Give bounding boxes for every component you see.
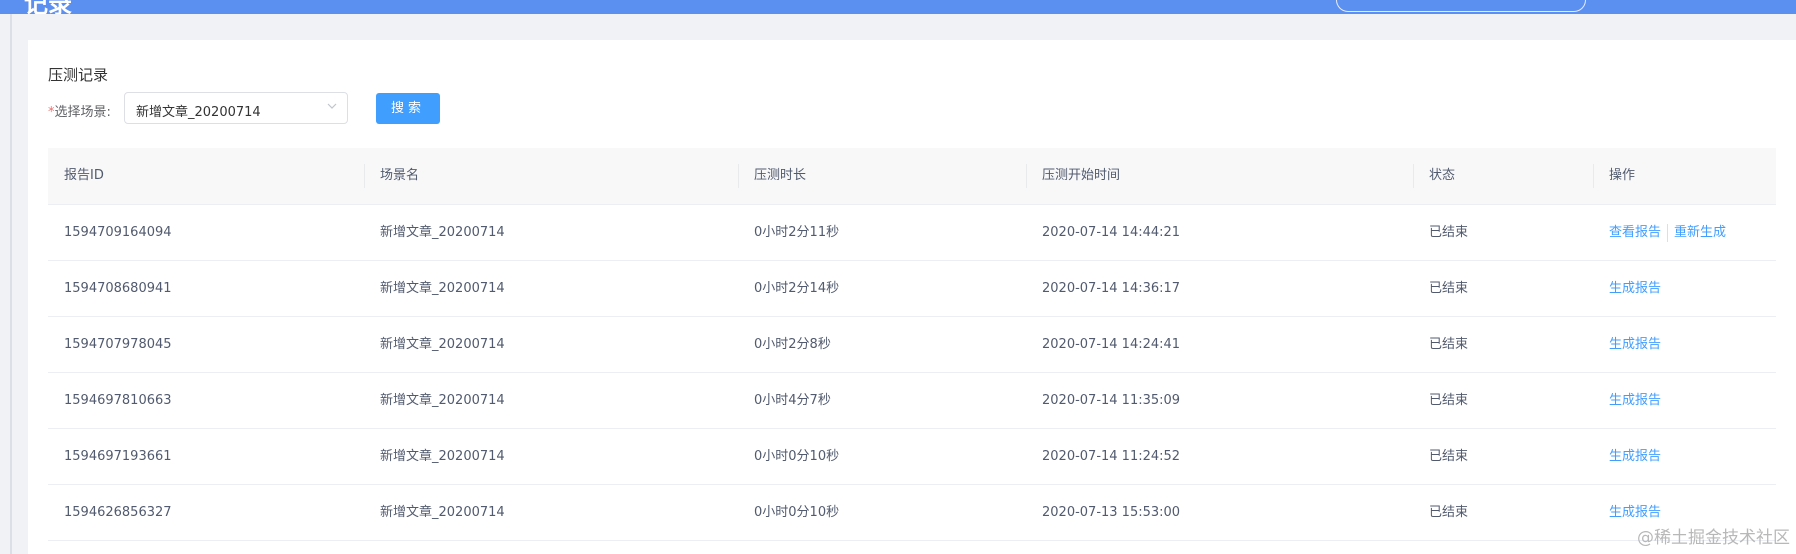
table-row: 1594707978045 新增文章_20200714 0小时2分8秒 2020… <box>48 317 1776 373</box>
cell-status: 已结束 <box>1429 505 1469 520</box>
watermark: @稀土掘金技术社区 <box>1637 528 1790 548</box>
column-header-start-time: 压测开始时间 <box>1026 148 1413 204</box>
sidebar-edge <box>0 14 12 554</box>
cell-duration: 0小时2分11秒 <box>754 225 840 240</box>
cell-scene: 新增文章_20200714 <box>380 225 505 240</box>
global-search-input[interactable] <box>1336 0 1586 12</box>
cell-report-id: 1594626856327 <box>64 505 172 520</box>
table-row: 1594626856327 新增文章_20200714 0小时0分10秒 202… <box>48 485 1776 541</box>
cell-duration: 0小时2分8秒 <box>754 337 831 352</box>
top-navbar: 记录 <box>0 0 1796 14</box>
cell-actions: 生成报告 <box>1593 373 1776 429</box>
cell-report-id: 1594697810663 <box>64 393 172 408</box>
column-header-report-id: 报告ID <box>64 168 104 183</box>
cell-report-id: 1594707978045 <box>64 337 172 352</box>
cell-actions: 生成报告 <box>1593 261 1776 317</box>
scene-select[interactable]: 新增文章_20200714 <box>124 92 348 124</box>
cell-report-id: 1594709164094 <box>64 225 172 240</box>
cell-start-time: 2020-07-13 15:53:00 <box>1042 505 1181 520</box>
scene-filter-label: *选择场景: <box>48 101 111 120</box>
generate-report-link[interactable]: 生成报告 <box>1609 449 1661 464</box>
cell-scene: 新增文章_20200714 <box>380 449 505 464</box>
column-header-status: 状态 <box>1413 148 1593 204</box>
cell-start-time: 2020-07-14 14:44:21 <box>1042 225 1181 240</box>
cell-actions: 生成报告 <box>1593 429 1776 485</box>
cell-duration: 0小时0分10秒 <box>754 449 840 464</box>
records-card: 压测记录 *选择场景: 新增文章_20200714 搜索 报告ID 场景名 压测… <box>28 40 1796 554</box>
column-header-scene: 场景名 <box>364 148 738 204</box>
table-row: 1594697810663 新增文章_20200714 0小时4分7秒 2020… <box>48 373 1776 429</box>
cell-scene: 新增文章_20200714 <box>380 505 505 520</box>
sidebar-border <box>10 14 12 554</box>
page-title: 压测记录 <box>48 66 109 84</box>
cell-status: 已结束 <box>1429 393 1469 408</box>
cell-duration: 0小时4分7秒 <box>754 393 831 408</box>
column-header-duration: 压测时长 <box>738 148 1026 204</box>
cell-status: 已结束 <box>1429 449 1469 464</box>
cell-actions: 生成报告 <box>1593 317 1776 373</box>
records-table: 报告ID 场景名 压测时长 压测开始时间 状态 操作 1594709164094… <box>48 148 1776 541</box>
scene-filter-label-text: 选择场景: <box>54 105 111 120</box>
search-button[interactable]: 搜索 <box>376 93 440 124</box>
cell-report-id: 1594708680941 <box>64 281 172 296</box>
chevron-down-icon <box>327 103 337 109</box>
generate-report-link[interactable]: 生成报告 <box>1609 281 1661 296</box>
cell-scene: 新增文章_20200714 <box>380 337 505 352</box>
app-logo: 记录 <box>24 0 72 14</box>
table-header: 报告ID 场景名 压测时长 压测开始时间 状态 操作 <box>48 148 1776 205</box>
cell-status: 已结束 <box>1429 281 1469 296</box>
generate-report-link[interactable]: 生成报告 <box>1609 393 1661 408</box>
scene-select-value: 新增文章_20200714 <box>136 105 261 120</box>
table-row: 1594709164094 新增文章_20200714 0小时2分11秒 202… <box>48 205 1776 261</box>
view-report-link[interactable]: 查看报告 <box>1609 225 1661 240</box>
cell-report-id: 1594697193661 <box>64 449 172 464</box>
cell-scene: 新增文章_20200714 <box>380 281 505 296</box>
generate-report-link[interactable]: 生成报告 <box>1609 337 1661 352</box>
cell-start-time: 2020-07-14 14:36:17 <box>1042 281 1181 296</box>
generate-report-link[interactable]: 生成报告 <box>1609 505 1661 520</box>
cell-scene: 新增文章_20200714 <box>380 393 505 408</box>
cell-start-time: 2020-07-14 11:24:52 <box>1042 449 1181 464</box>
column-header-actions: 操作 <box>1593 148 1776 204</box>
cell-actions: 查看报告 重新生成 <box>1593 205 1776 261</box>
cell-start-time: 2020-07-14 14:24:41 <box>1042 337 1181 352</box>
table-row: 1594708680941 新增文章_20200714 0小时2分14秒 202… <box>48 261 1776 317</box>
regenerate-link[interactable]: 重新生成 <box>1674 225 1726 240</box>
cell-start-time: 2020-07-14 11:35:09 <box>1042 393 1181 408</box>
action-divider <box>1667 223 1669 242</box>
table-row: 1594697193661 新增文章_20200714 0小时0分10秒 202… <box>48 429 1776 485</box>
cell-status: 已结束 <box>1429 337 1469 352</box>
cell-duration: 0小时0分10秒 <box>754 505 840 520</box>
cell-status: 已结束 <box>1429 225 1469 240</box>
cell-duration: 0小时2分14秒 <box>754 281 840 296</box>
